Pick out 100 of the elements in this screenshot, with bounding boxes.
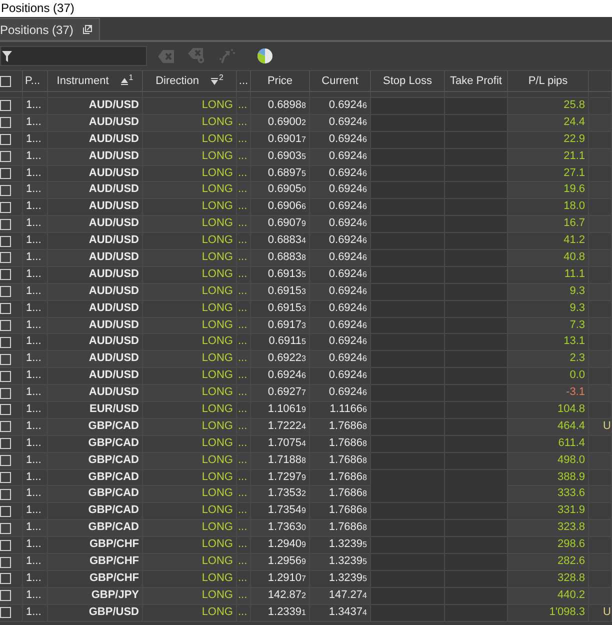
checkbox[interactable]	[0, 573, 11, 584]
table-cell: LONG	[143, 233, 237, 250]
checkbox[interactable]	[0, 134, 11, 146]
table-cell: 1...	[23, 284, 48, 300]
table-cell: ...	[237, 436, 251, 452]
checkbox[interactable]	[0, 269, 11, 280]
table-cell: ...	[237, 570, 251, 587]
table-cell: 1...	[23, 385, 48, 402]
table-cell: ...	[237, 182, 251, 198]
checkbox[interactable]	[0, 218, 11, 230]
checkbox[interactable]	[0, 370, 11, 382]
checkbox[interactable]	[0, 540, 11, 551]
table-cell: AUD/USD	[48, 318, 143, 334]
table-cell: 323.8	[508, 520, 589, 536]
checkbox[interactable]	[0, 202, 11, 213]
checkbox[interactable]	[0, 354, 11, 365]
table-cell: AUD/USD	[48, 233, 143, 250]
table-cell: GBP/USD	[48, 604, 143, 621]
table-cell: GBP/CHF	[48, 554, 143, 570]
table-cell: 27.1	[508, 166, 589, 182]
checkbox[interactable]	[0, 252, 11, 264]
table-cell: 1...	[23, 318, 48, 334]
column-header[interactable]: ...	[237, 71, 251, 91]
table-cell: 1...	[23, 368, 48, 384]
table-cell: 1...	[23, 300, 48, 317]
checkbox[interactable]	[0, 472, 11, 484]
table-cell: EUR/USD	[48, 402, 143, 418]
checkbox[interactable]	[0, 455, 11, 466]
column-header[interactable]: Take Profit	[445, 71, 508, 91]
table-cell: 1...	[23, 418, 48, 435]
table-cell: LONG	[143, 570, 237, 587]
table-cell: 1...	[23, 132, 48, 148]
column-header[interactable]: P/L pips	[508, 71, 589, 91]
table-cell: 25.8	[508, 98, 589, 114]
checkbox[interactable]	[0, 168, 11, 180]
popout-icon[interactable]	[83, 25, 92, 34]
table-cell: AUD/USD	[48, 148, 143, 165]
table-cell: ...	[237, 334, 251, 350]
pie-chart-icon[interactable]	[257, 48, 273, 64]
table-cell: 19.6	[508, 182, 589, 198]
checkbox[interactable]	[0, 506, 11, 517]
table-cell: LONG	[143, 266, 237, 283]
table-cell: LONG	[143, 318, 237, 334]
table-cell: 464.4	[508, 418, 589, 435]
table-cell: ...	[237, 216, 251, 232]
table-cell: LONG	[143, 166, 237, 182]
checkbox[interactable]	[0, 421, 11, 432]
table-cell: 1...	[23, 250, 48, 266]
table-cell: AUD/USD	[48, 385, 143, 402]
table-cell: 104.8	[508, 402, 589, 418]
checkbox[interactable]	[0, 438, 11, 450]
column-header[interactable]: P...	[23, 71, 48, 91]
table-cell: AUD/USD	[48, 368, 143, 384]
column-header[interactable]: Current	[310, 71, 371, 91]
checkbox[interactable]	[0, 303, 11, 314]
checkbox[interactable]	[0, 286, 11, 298]
checkbox[interactable]	[0, 236, 11, 247]
checkbox[interactable]	[0, 488, 11, 500]
tab[interactable]: Positions (37)	[0, 18, 100, 40]
table-cell: 1...	[23, 588, 48, 604]
column-header[interactable]: Stop Loss	[371, 71, 445, 91]
table-cell: 1...	[23, 98, 48, 114]
table-cell: LONG	[143, 554, 237, 570]
checkbox[interactable]	[0, 556, 11, 568]
table-cell: ...	[237, 166, 251, 182]
table-cell: GBP/CAD	[48, 503, 143, 520]
table-cell: LONG	[143, 98, 237, 114]
checkbox[interactable]	[0, 184, 11, 196]
table-cell: 331.9	[508, 503, 589, 520]
table-cell: 1...	[23, 537, 48, 554]
table-cell: 40.8	[508, 250, 589, 266]
filter-field[interactable]	[0, 46, 147, 66]
table-cell: U	[589, 604, 612, 621]
checkbox[interactable]	[0, 590, 11, 602]
table-cell: GBP/CAD	[48, 520, 143, 536]
table-cell: 1...	[23, 148, 48, 165]
table-cell: ...	[237, 233, 251, 250]
table-cell: ...	[237, 148, 251, 165]
table-cell: GBP/JPY	[48, 588, 143, 604]
checkbox[interactable]	[0, 388, 11, 399]
checkbox[interactable]	[0, 320, 11, 332]
table-cell: ...	[237, 284, 251, 300]
select-all-checkbox[interactable]	[0, 76, 11, 86]
checkbox[interactable]	[0, 522, 11, 534]
checkbox[interactable]	[0, 404, 11, 416]
table-cell: AUD/USD	[48, 199, 143, 216]
table-cell: 1...	[23, 570, 48, 587]
column-header[interactable]: Price	[251, 71, 310, 91]
table-cell: LONG	[143, 537, 237, 554]
checkbox[interactable]	[0, 100, 11, 112]
table-cell: GBP/CAD	[48, 418, 143, 435]
table-cell: ...	[237, 588, 251, 604]
table-cell: AUD/USD	[48, 300, 143, 317]
checkbox[interactable]	[0, 336, 11, 348]
table-cell: AUD/USD	[48, 266, 143, 283]
table-cell: LONG	[143, 182, 237, 198]
checkbox[interactable]	[0, 607, 11, 618]
table-cell: 333.6	[508, 486, 589, 502]
checkbox[interactable]	[0, 117, 11, 128]
checkbox[interactable]	[0, 151, 11, 162]
